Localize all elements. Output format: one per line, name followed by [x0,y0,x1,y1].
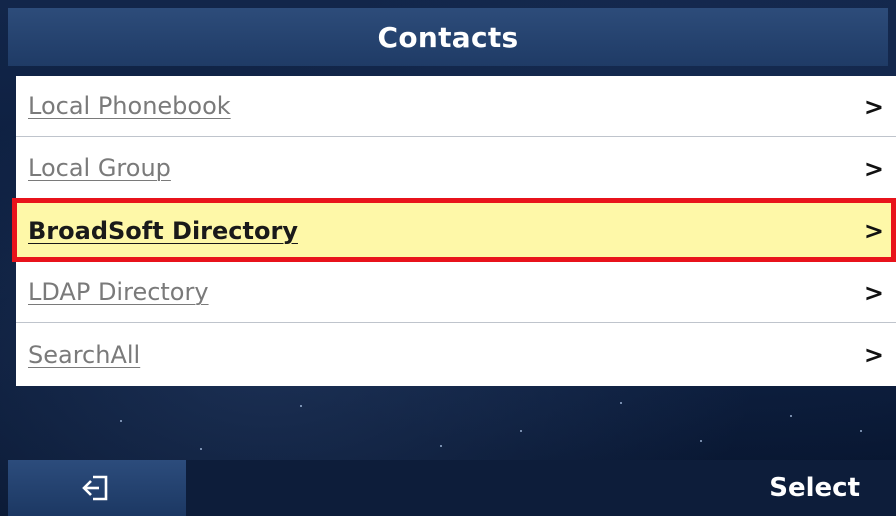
exit-icon [82,475,108,501]
back-button[interactable] [8,460,186,516]
select-button[interactable]: Select [769,460,860,516]
star [300,405,302,407]
menu-item-local-group[interactable]: Local Group > [16,138,896,199]
title-bar: Contacts [8,8,888,66]
star [440,445,442,447]
menu-item-local-phonebook[interactable]: Local Phonebook > [16,76,896,137]
star [700,440,702,442]
chevron-right-icon: > [863,217,884,245]
menu-item-label: Local Group [28,154,171,182]
page-title: Contacts [377,20,519,54]
menu-item-label: LDAP Directory [28,278,209,306]
chevron-right-icon: > [863,279,884,307]
star [200,448,202,450]
menu-item-label: BroadSoft Directory [28,216,298,245]
star [620,402,622,404]
menu-item-searchall[interactable]: SearchAll > [16,324,896,385]
menu-item-label: Local Phonebook [28,92,231,120]
star [790,415,792,417]
softkey-bar: Select [8,460,896,516]
chevron-right-icon: > [863,155,884,183]
menu-item-label: SearchAll [28,340,141,369]
chevron-right-icon: > [863,93,884,121]
menu-item-broadsoft-directory[interactable]: BroadSoft Directory > [16,200,896,261]
star [520,430,522,432]
star [860,430,862,432]
phone-screen: Contacts Local Phonebook > Local Group >… [0,0,896,516]
chevron-right-icon: > [863,341,884,369]
contacts-menu-list: Local Phonebook > Local Group > BroadSof… [16,76,896,386]
menu-item-ldap-directory[interactable]: LDAP Directory > [16,262,896,323]
star [120,420,122,422]
